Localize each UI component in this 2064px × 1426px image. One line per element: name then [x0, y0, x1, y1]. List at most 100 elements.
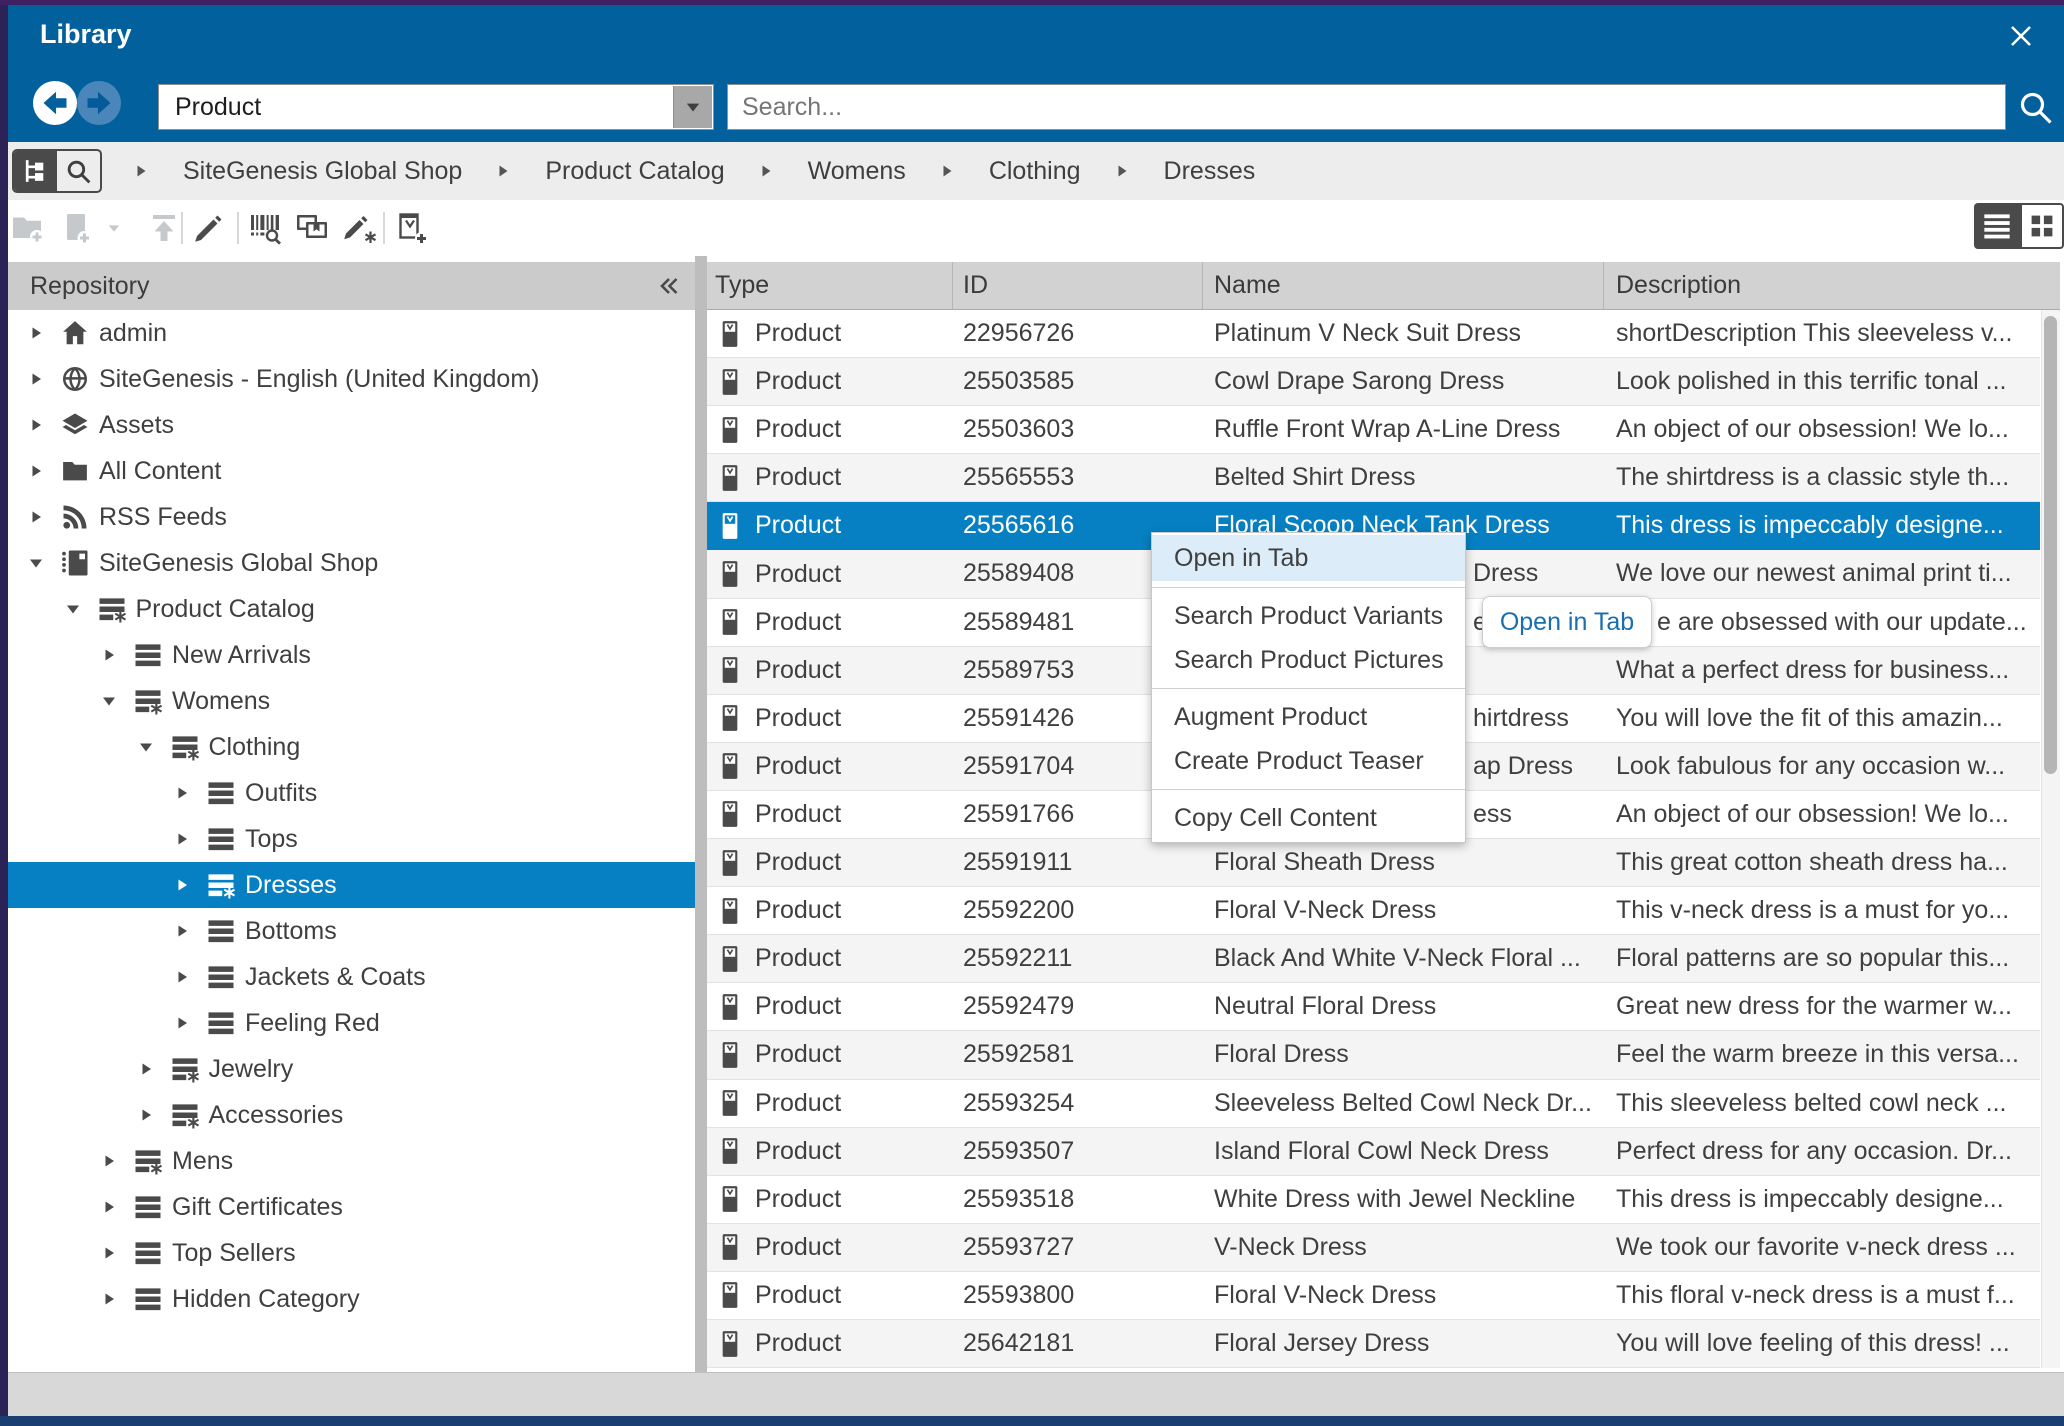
- sidebar-item-hidden-category[interactable]: Hidden Category: [8, 1276, 695, 1322]
- new-content-menu-button[interactable]: [102, 216, 126, 240]
- caret-right-icon[interactable]: [174, 1015, 190, 1031]
- sidebar-item-tops[interactable]: Tops: [8, 816, 695, 862]
- caret-right-icon[interactable]: [138, 1107, 154, 1123]
- caret-right-icon[interactable]: [174, 785, 190, 801]
- new-folder-button[interactable]: [9, 210, 45, 246]
- sidebar-item-assets[interactable]: Assets: [8, 402, 695, 448]
- table-row[interactable]: Product25642181Floral Jersey DressYou wi…: [707, 1320, 2040, 1368]
- edit-button[interactable]: [191, 210, 227, 246]
- table-row[interactable]: Product25565553Belted Shirt DressThe shi…: [707, 454, 2040, 502]
- table-row[interactable]: Product22956726Platinum V Neck Suit Dres…: [707, 310, 2040, 358]
- table-row[interactable]: Product25503585Cowl Drape Sarong DressLo…: [707, 358, 2040, 406]
- menu-item-augment-product[interactable]: Augment Product: [1152, 695, 1465, 739]
- table-row[interactable]: Product25592211Black And White V-Neck Fl…: [707, 935, 2040, 983]
- dropdown-button[interactable]: [673, 86, 712, 128]
- sidebar-item-outfits[interactable]: Outfits: [8, 770, 695, 816]
- category-icon: [133, 1192, 163, 1222]
- panel-splitter[interactable]: [695, 256, 707, 1372]
- menu-item-search-product-variants[interactable]: Search Product Variants: [1152, 594, 1465, 638]
- augment-button[interactable]: [342, 210, 378, 246]
- caret-right-icon[interactable]: [138, 1061, 154, 1077]
- sidebar-item-jackets-coats[interactable]: Jackets & Coats: [8, 954, 695, 1000]
- new-content-menu-icon: [102, 216, 126, 240]
- caret-right-icon[interactable]: [28, 325, 44, 341]
- column-header-type[interactable]: Type: [707, 262, 953, 309]
- caret-right-icon[interactable]: [101, 1291, 117, 1307]
- sidebar-item-jewelry[interactable]: Jewelry: [8, 1046, 695, 1092]
- collapse-panel-button[interactable]: [657, 274, 681, 298]
- sidebar-item-accessories[interactable]: Accessories: [8, 1092, 695, 1138]
- tree-mode-button[interactable]: [14, 151, 57, 191]
- menu-item-create-product-teaser[interactable]: Create Product Teaser: [1152, 739, 1465, 783]
- table-row[interactable]: Product25591911Floral Sheath DressThis g…: [707, 839, 2040, 887]
- column-header-id[interactable]: ID: [953, 262, 1203, 309]
- sidebar-item-rss-feeds[interactable]: RSS Feeds: [8, 494, 695, 540]
- caret-right-icon[interactable]: [101, 1153, 117, 1169]
- caret-right-icon[interactable]: [174, 831, 190, 847]
- type-filter-dropdown[interactable]: Product: [158, 84, 714, 130]
- caret-right-icon[interactable]: [28, 463, 44, 479]
- table-row[interactable]: Product25593254Sleeveless Belted Cowl Ne…: [707, 1080, 2040, 1128]
- grid-view-button[interactable]: [2020, 203, 2064, 249]
- sidebar-item-mens[interactable]: Mens: [8, 1138, 695, 1184]
- breadcrumb-item-womens[interactable]: Womens: [808, 157, 906, 186]
- breadcrumb-item-dresses[interactable]: Dresses: [1164, 157, 1256, 186]
- sidebar-item-product-catalog[interactable]: Product Catalog: [8, 586, 695, 632]
- table-row[interactable]: Product25593727V-Neck DressWe took our f…: [707, 1224, 2040, 1272]
- caret-down-icon[interactable]: [138, 739, 154, 755]
- back-button[interactable]: [33, 81, 77, 125]
- new-content-button[interactable]: [58, 210, 94, 246]
- menu-item-open-in-tab[interactable]: Open in Tab: [1152, 535, 1465, 581]
- scrollbar-thumb[interactable]: [2044, 316, 2057, 774]
- list-view-button[interactable]: [1974, 203, 2020, 249]
- breadcrumb-item-sitegenesis-global-shop[interactable]: SiteGenesis Global Shop: [183, 157, 462, 186]
- caret-right-icon[interactable]: [28, 371, 44, 387]
- caret-right-icon[interactable]: [101, 647, 117, 663]
- sidebar-item-dresses[interactable]: Dresses: [8, 862, 695, 908]
- breadcrumb-item-product-catalog[interactable]: Product Catalog: [545, 157, 724, 186]
- caret-right-icon[interactable]: [174, 923, 190, 939]
- table-row[interactable]: Product25593507Island Floral Cowl Neck D…: [707, 1128, 2040, 1176]
- caret-right-icon[interactable]: [174, 969, 190, 985]
- column-header-description[interactable]: Description: [1604, 262, 2060, 309]
- sidebar-item-womens[interactable]: Womens: [8, 678, 695, 724]
- caret-down-icon[interactable]: [28, 555, 44, 571]
- caret-right-icon[interactable]: [174, 877, 190, 893]
- caret-right-icon[interactable]: [101, 1245, 117, 1261]
- sidebar-item-clothing[interactable]: Clothing: [8, 724, 695, 770]
- sidebar-item-new-arrivals[interactable]: New Arrivals: [8, 632, 695, 678]
- menu-item-search-product-pictures[interactable]: Search Product Pictures: [1152, 638, 1465, 682]
- cell-description: e are obsessed with our update...: [1604, 599, 2040, 646]
- caret-down-icon[interactable]: [101, 693, 117, 709]
- table-row[interactable]: Product25593518White Dress with Jewel Ne…: [707, 1176, 2040, 1224]
- sidebar-item-sitegenesis-global-shop[interactable]: SiteGenesis Global Shop: [8, 540, 695, 586]
- new-product-teaser-button[interactable]: [394, 210, 430, 246]
- sidebar-item-gift-certificates[interactable]: Gift Certificates: [8, 1184, 695, 1230]
- sidebar-item-sitegenesis-english-united-kingdom[interactable]: SiteGenesis - English (United Kingdom): [8, 356, 695, 402]
- forward-button[interactable]: [77, 81, 121, 125]
- product-barcode-search-button[interactable]: [247, 210, 283, 246]
- table-row[interactable]: Product25592200Floral V-Neck DressThis v…: [707, 887, 2040, 935]
- sidebar-item-admin[interactable]: admin: [8, 310, 695, 356]
- search-input[interactable]: [728, 85, 2005, 129]
- product-pictures-button[interactable]: [294, 210, 330, 246]
- table-row[interactable]: Product25593800Floral V-Neck DressThis f…: [707, 1272, 2040, 1320]
- breadcrumb-item-clothing[interactable]: Clothing: [989, 157, 1081, 186]
- upload-button[interactable]: [146, 210, 182, 246]
- close-button[interactable]: [2004, 19, 2038, 53]
- search-mode-button[interactable]: [57, 151, 100, 191]
- caret-right-icon[interactable]: [28, 509, 44, 525]
- table-row[interactable]: Product25503603Ruffle Front Wrap A-Line …: [707, 406, 2040, 454]
- caret-down-icon[interactable]: [65, 601, 81, 617]
- column-header-name[interactable]: Name: [1203, 262, 1604, 309]
- table-row[interactable]: Product25592581Floral DressFeel the warm…: [707, 1031, 2040, 1079]
- sidebar-item-bottoms[interactable]: Bottoms: [8, 908, 695, 954]
- search-submit-button[interactable]: [2016, 88, 2056, 128]
- sidebar-item-feeling-red[interactable]: Feeling Red: [8, 1000, 695, 1046]
- sidebar-item-all-content[interactable]: All Content: [8, 448, 695, 494]
- caret-right-icon[interactable]: [101, 1199, 117, 1215]
- table-row[interactable]: Product25592479Neutral Floral DressGreat…: [707, 983, 2040, 1031]
- sidebar-item-top-sellers[interactable]: Top Sellers: [8, 1230, 695, 1276]
- menu-item-copy-cell-content[interactable]: Copy Cell Content: [1152, 796, 1465, 840]
- caret-right-icon[interactable]: [28, 417, 44, 433]
